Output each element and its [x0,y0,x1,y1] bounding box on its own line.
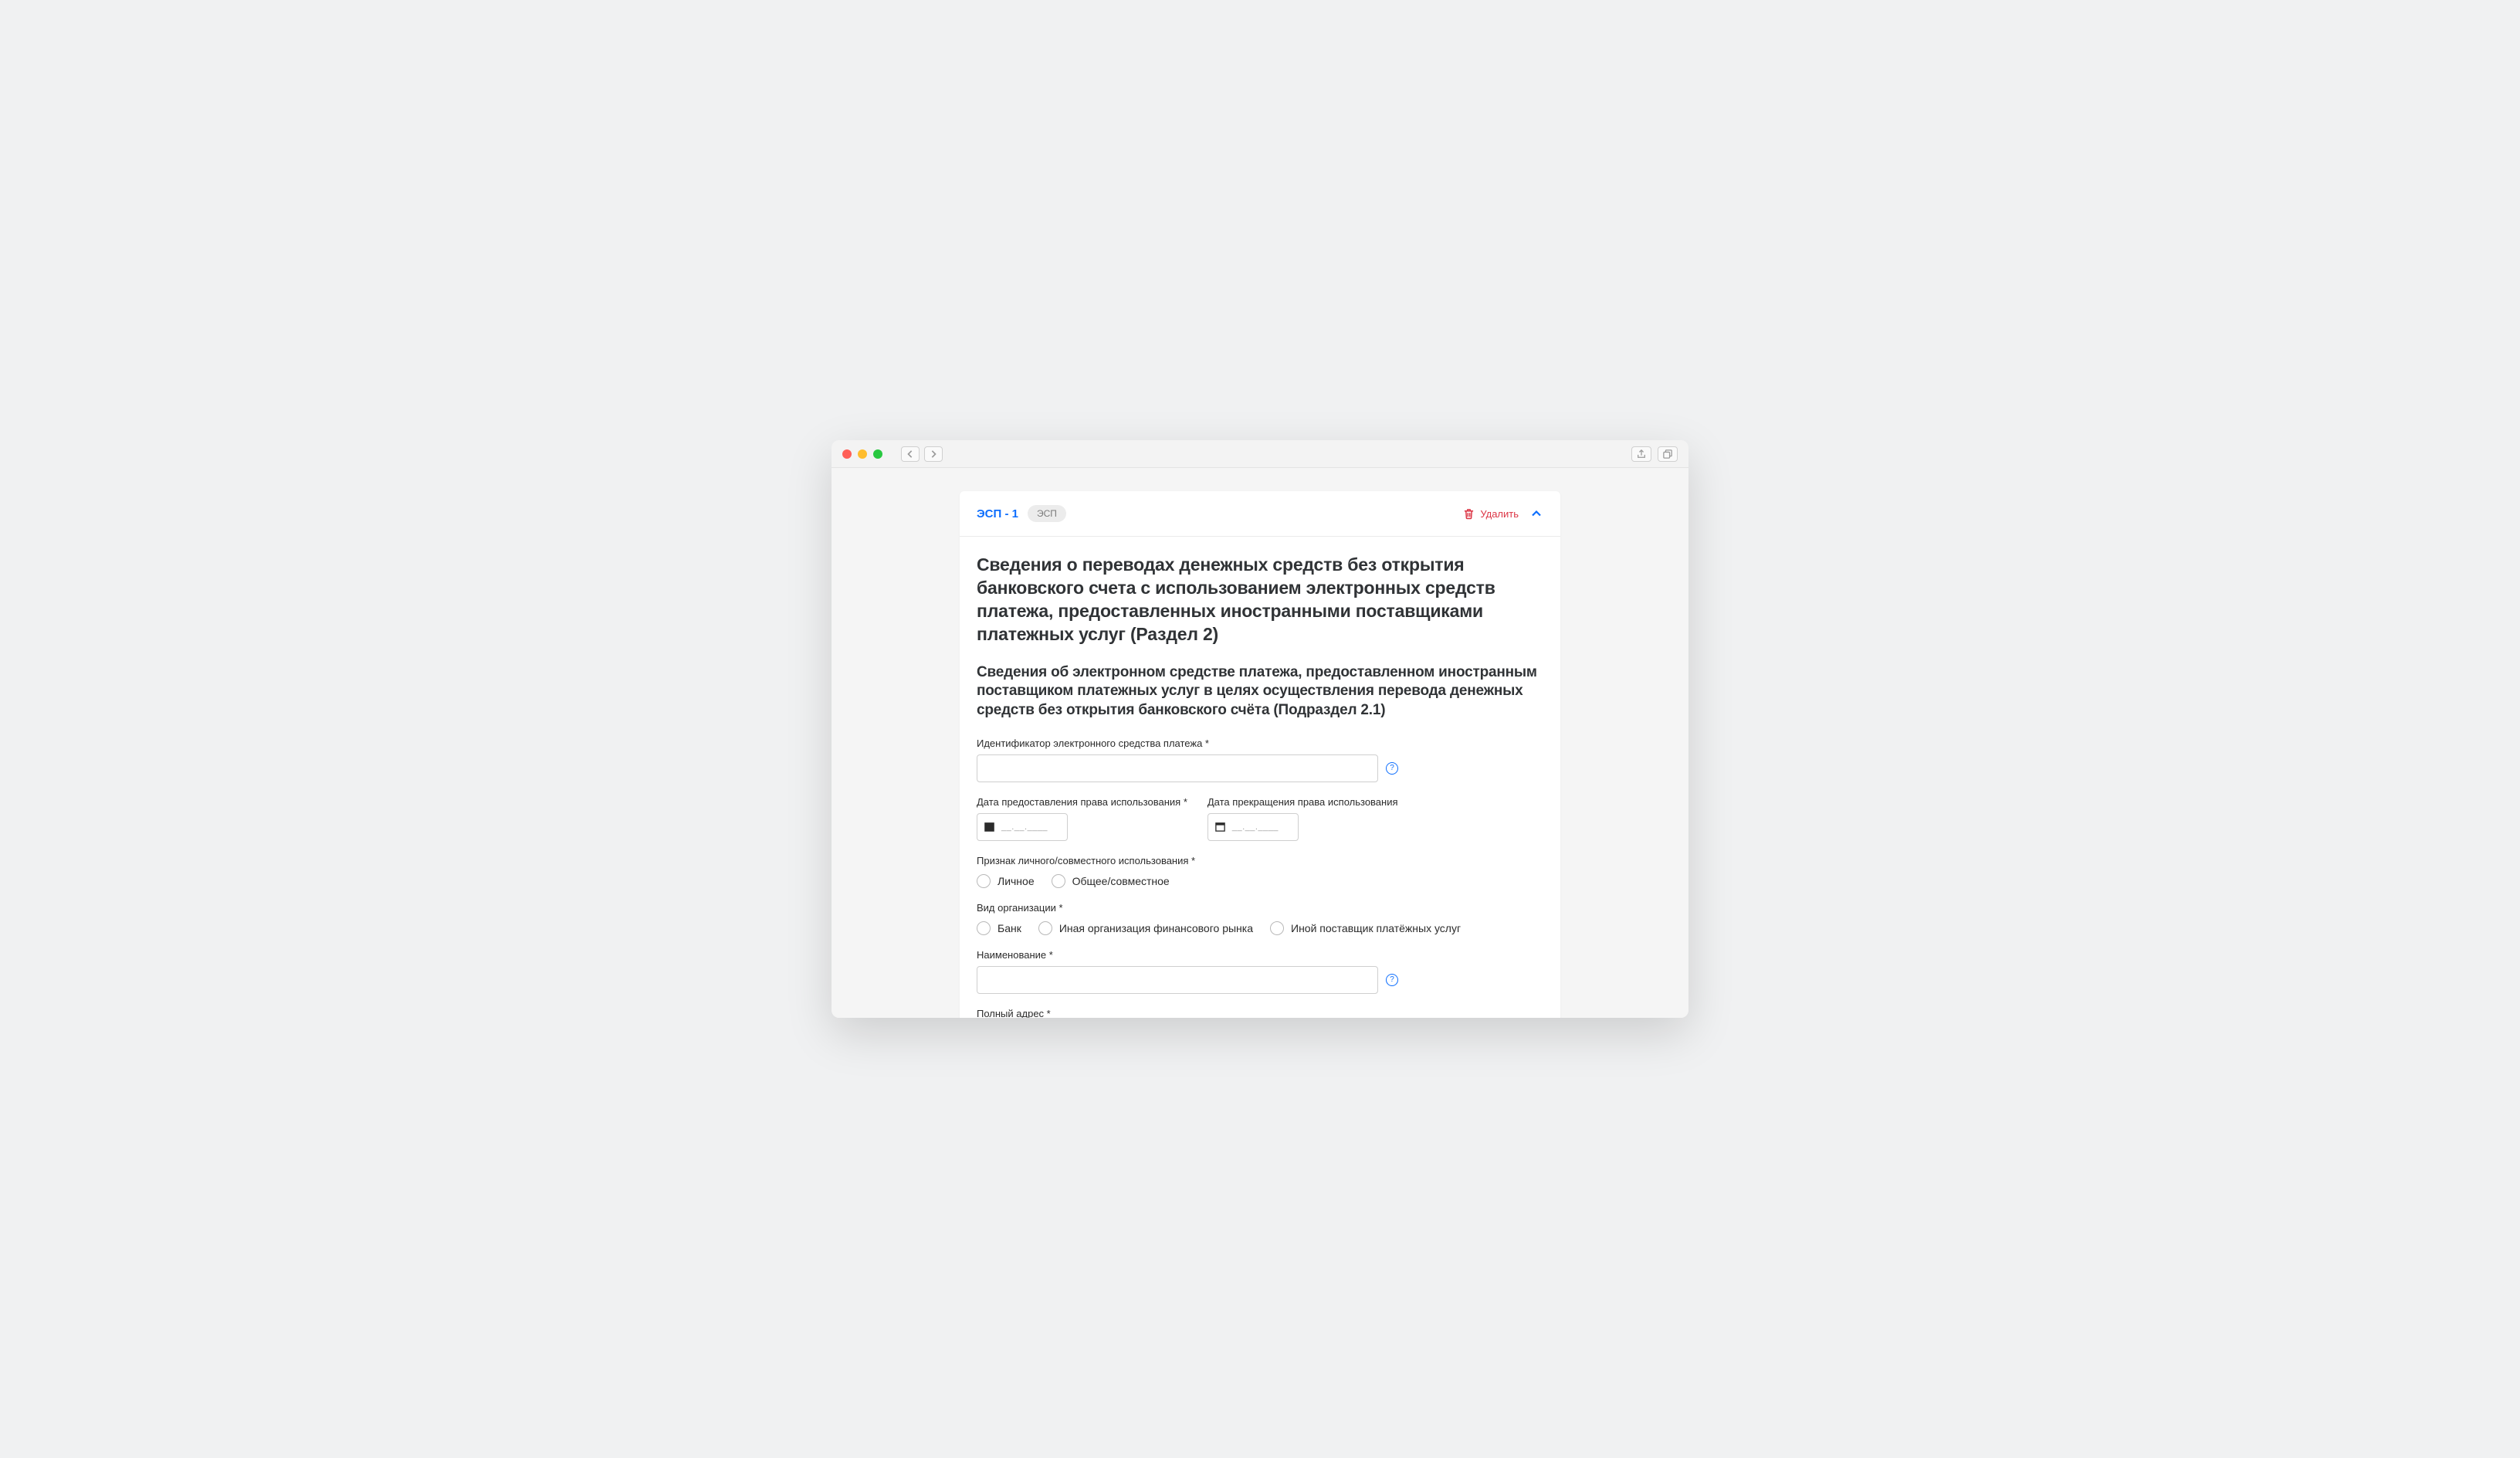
radio-icon [977,921,991,935]
field-address: Полный адрес * [977,1008,1543,1018]
field-label: Дата предоставления права использования … [977,796,1187,808]
name-input[interactable] [977,966,1378,994]
date-grant-input[interactable]: __.__.____ [977,813,1068,841]
card-title: ЭСП - 1 [977,507,1018,520]
field-identifier: Идентификатор электронного средства плат… [977,737,1543,782]
radio-label: Банк [998,922,1021,934]
field-name: Наименование * ? [977,949,1543,994]
viewport: ЭСП - 1 ЭСП Удалить Сведения о переводах… [832,468,1688,1018]
app-window: ЭСП - 1 ЭСП Удалить Сведения о переводах… [832,440,1688,1018]
delete-label: Удалить [1480,508,1519,520]
radio-org-other-fin[interactable]: Иная организация финансового рынка [1038,921,1253,935]
radio-icon [1270,921,1284,935]
radio-usage-personal[interactable]: Личное [977,874,1035,888]
card-badge: ЭСП [1028,505,1066,522]
minimize-window-icon[interactable] [858,449,867,459]
radio-icon [1052,874,1065,888]
radio-icon [977,874,991,888]
radio-org-bank[interactable]: Банк [977,921,1021,935]
radio-label: Иная организация финансового рынка [1059,922,1253,934]
identifier-input[interactable] [977,754,1378,782]
trash-icon [1463,508,1475,520]
date-end-input[interactable]: __.__.____ [1208,813,1299,841]
field-date-end: Дата прекращения права использования __.… [1208,796,1398,841]
field-label: Идентификатор электронного средства плат… [977,737,1543,749]
calendar-icon [1214,821,1226,832]
form-card: ЭСП - 1 ЭСП Удалить Сведения о переводах… [960,491,1560,1018]
tabs-icon[interactable] [1658,446,1678,462]
field-usage: Признак личного/совместного использовани… [977,855,1543,888]
date-placeholder: __.__.____ [1232,822,1279,832]
back-button[interactable] [901,446,920,462]
help-icon[interactable]: ? [1386,974,1398,986]
radio-org-other-provider[interactable]: Иной поставщик платёжных услуг [1270,921,1461,935]
window-controls [842,449,882,459]
chevron-up-icon [1532,510,1541,517]
radio-icon [1038,921,1052,935]
field-date-grant: Дата предоставления права использования … [977,796,1187,841]
delete-button[interactable]: Удалить [1463,508,1519,520]
nav-buttons [901,446,943,462]
field-label: Признак личного/совместного использовани… [977,855,1543,866]
help-icon[interactable]: ? [1386,762,1398,775]
radio-label: Иной поставщик платёжных услуг [1291,922,1461,934]
titlebar [832,440,1688,468]
radio-label: Общее/совместное [1072,875,1170,887]
card-body: Сведения о переводах денежных средств бе… [960,537,1560,1018]
radio-label: Личное [998,875,1035,887]
card-header: ЭСП - 1 ЭСП Удалить [960,491,1560,537]
section-heading: Сведения о переводах денежных средств бе… [977,554,1543,646]
field-label: Вид организации * [977,902,1543,914]
close-window-icon[interactable] [842,449,852,459]
radio-usage-shared[interactable]: Общее/совместное [1052,874,1170,888]
date-row: Дата предоставления права использования … [977,796,1543,841]
field-org-type: Вид организации * Банк Иная организация … [977,902,1543,935]
collapse-button[interactable] [1529,507,1543,520]
maximize-window-icon[interactable] [873,449,882,459]
forward-button[interactable] [924,446,943,462]
field-label: Наименование * [977,949,1543,961]
subsection-heading: Сведения об электронном средстве платежа… [977,663,1543,721]
field-label: Полный адрес * [977,1008,1543,1018]
calendar-icon [984,821,995,832]
share-icon[interactable] [1631,446,1651,462]
field-label: Дата прекращения права использования [1208,796,1398,808]
date-placeholder: __.__.____ [1001,822,1048,832]
